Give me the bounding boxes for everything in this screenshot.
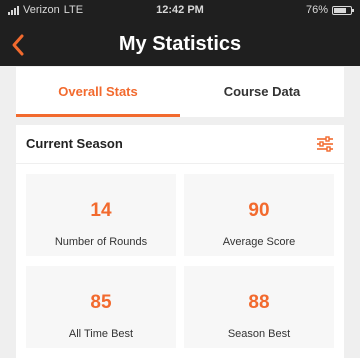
stat-value: 88 <box>248 292 270 313</box>
tab-overall-stats[interactable]: Overall Stats <box>16 67 180 117</box>
tab-bar: Overall Stats Course Data <box>16 67 344 117</box>
app-header: Verizon LTE 12:42 PM 76% My Statistics <box>0 0 360 66</box>
stat-all-time-best: 85 All Time Best <box>26 266 176 348</box>
tab-course-data[interactable]: Course Data <box>180 67 344 117</box>
season-selector: Current Season <box>16 125 344 163</box>
stat-label: All Time Best <box>68 328 134 340</box>
stat-number-of-rounds: 14 Number of Rounds <box>26 174 176 256</box>
tab-label: Course Data <box>223 84 301 99</box>
season-label: Current Season <box>26 136 123 151</box>
battery-percent: 76% <box>305 4 328 16</box>
status-bar: Verizon LTE 12:42 PM 76% <box>0 0 360 20</box>
active-tab-indicator <box>16 114 180 117</box>
stat-value: 14 <box>90 200 112 221</box>
stat-value: 85 <box>90 292 112 313</box>
stat-average-score: 90 Average Score <box>184 174 334 256</box>
battery-info: 76% <box>305 4 354 16</box>
stat-season-best: 88 Season Best <box>184 266 334 348</box>
stat-label: Average Score <box>222 236 296 248</box>
filter-button[interactable] <box>316 135 334 153</box>
sliders-icon <box>317 136 333 152</box>
tab-label: Overall Stats <box>58 84 138 99</box>
stat-value: 90 <box>248 200 270 221</box>
page-title: My Statistics <box>118 33 242 55</box>
battery-icon <box>332 5 354 15</box>
stats-grid: 14 Number of Rounds 90 Average Score 85 … <box>16 164 344 358</box>
stat-label: Number of Rounds <box>54 236 148 248</box>
stat-label: Season Best <box>227 328 291 340</box>
